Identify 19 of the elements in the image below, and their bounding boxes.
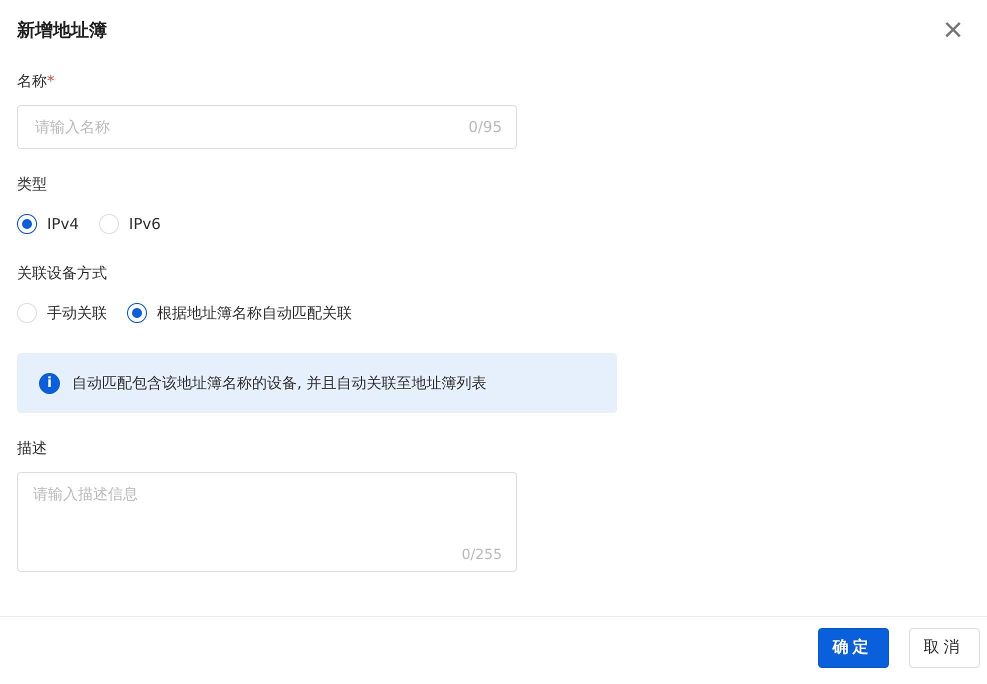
radio-button[interactable]: [127, 303, 147, 323]
close-button[interactable]: ×: [943, 17, 963, 43]
radio-option[interactable]: 手动关联: [17, 303, 107, 323]
radio-option[interactable]: IPv4: [17, 214, 79, 234]
info-text: 自动匹配包含该地址簿名称的设备, 并且自动关联至地址簿列表: [72, 374, 487, 392]
field-label: 描述: [17, 439, 47, 458]
info-icon: i: [39, 372, 60, 394]
field-label: 类型: [17, 175, 47, 194]
field-label: 名称: [17, 72, 47, 91]
radio-option[interactable]: 根据地址簿名称自动匹配关联: [127, 303, 352, 323]
dialog-title: 新增地址簿: [17, 19, 107, 42]
required-mark: *: [47, 72, 54, 91]
field-label: 关联设备方式: [17, 264, 107, 283]
confirm-button[interactable]: 确定: [818, 628, 889, 668]
character-counter: 0/95: [468, 118, 502, 136]
cancel-button[interactable]: 取消: [909, 628, 980, 668]
radio-option[interactable]: IPv6: [98, 214, 161, 234]
radio-button[interactable]: [17, 214, 37, 234]
character-counter: 0/255: [462, 547, 502, 563]
